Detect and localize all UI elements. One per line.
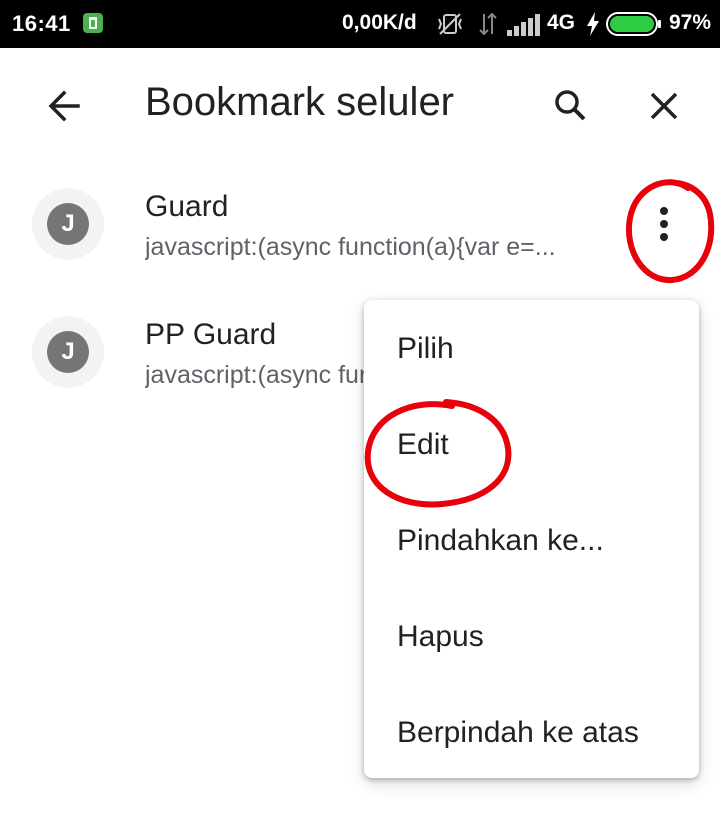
- menu-item-move-to[interactable]: Pindahkan ke...: [364, 492, 699, 588]
- menu-item-label: Pilih: [397, 332, 454, 365]
- menu-item-pilih[interactable]: Pilih: [364, 300, 699, 396]
- menu-item-label: Edit: [397, 428, 449, 461]
- bookmark-url: javascript:(async function(a){var e=...: [145, 233, 556, 261]
- bookmark-title: Guard: [145, 190, 229, 223]
- bookmark-title: PP Guard: [145, 318, 277, 351]
- menu-item-move-up[interactable]: Berpindah ke atas: [364, 684, 699, 780]
- menu-item-edit[interactable]: Edit: [364, 396, 699, 492]
- avatar-letter: J: [47, 203, 89, 245]
- more-options-icon[interactable]: [640, 194, 688, 254]
- network-speed: 0,00K/d: [342, 11, 417, 34]
- menu-item-delete[interactable]: Hapus: [364, 588, 699, 684]
- close-icon[interactable]: [640, 82, 688, 130]
- battery-icon: [606, 12, 661, 36]
- app-notification-icon: [83, 13, 103, 33]
- menu-item-label: Berpindah ke atas: [397, 716, 639, 749]
- status-bar: 16:41 0,00K/d 4G 97%: [0, 0, 720, 48]
- bookmark-context-menu: Pilih Edit Pindahkan ke... Hapus Berpind…: [364, 300, 699, 778]
- menu-item-label: Hapus: [397, 620, 484, 653]
- charging-bolt-icon: [587, 12, 599, 36]
- network-type: 4G: [547, 11, 576, 34]
- page-title: Bookmark seluler: [145, 80, 455, 124]
- arrow-back-icon[interactable]: [40, 82, 88, 130]
- search-icon[interactable]: [546, 82, 594, 130]
- status-time: 16:41: [12, 11, 71, 36]
- menu-item-label: Pindahkan ke...: [397, 524, 604, 557]
- avatar: J: [32, 316, 104, 388]
- data-arrows-icon: [479, 12, 497, 36]
- bookmark-row-guard[interactable]: J Guard javascript:(async function(a){va…: [0, 160, 720, 288]
- avatar: J: [32, 188, 104, 260]
- vibrate-off-icon: [438, 13, 462, 35]
- signal-icon: [507, 14, 540, 36]
- avatar-letter: J: [47, 331, 89, 373]
- battery-percent: 97%: [669, 11, 712, 34]
